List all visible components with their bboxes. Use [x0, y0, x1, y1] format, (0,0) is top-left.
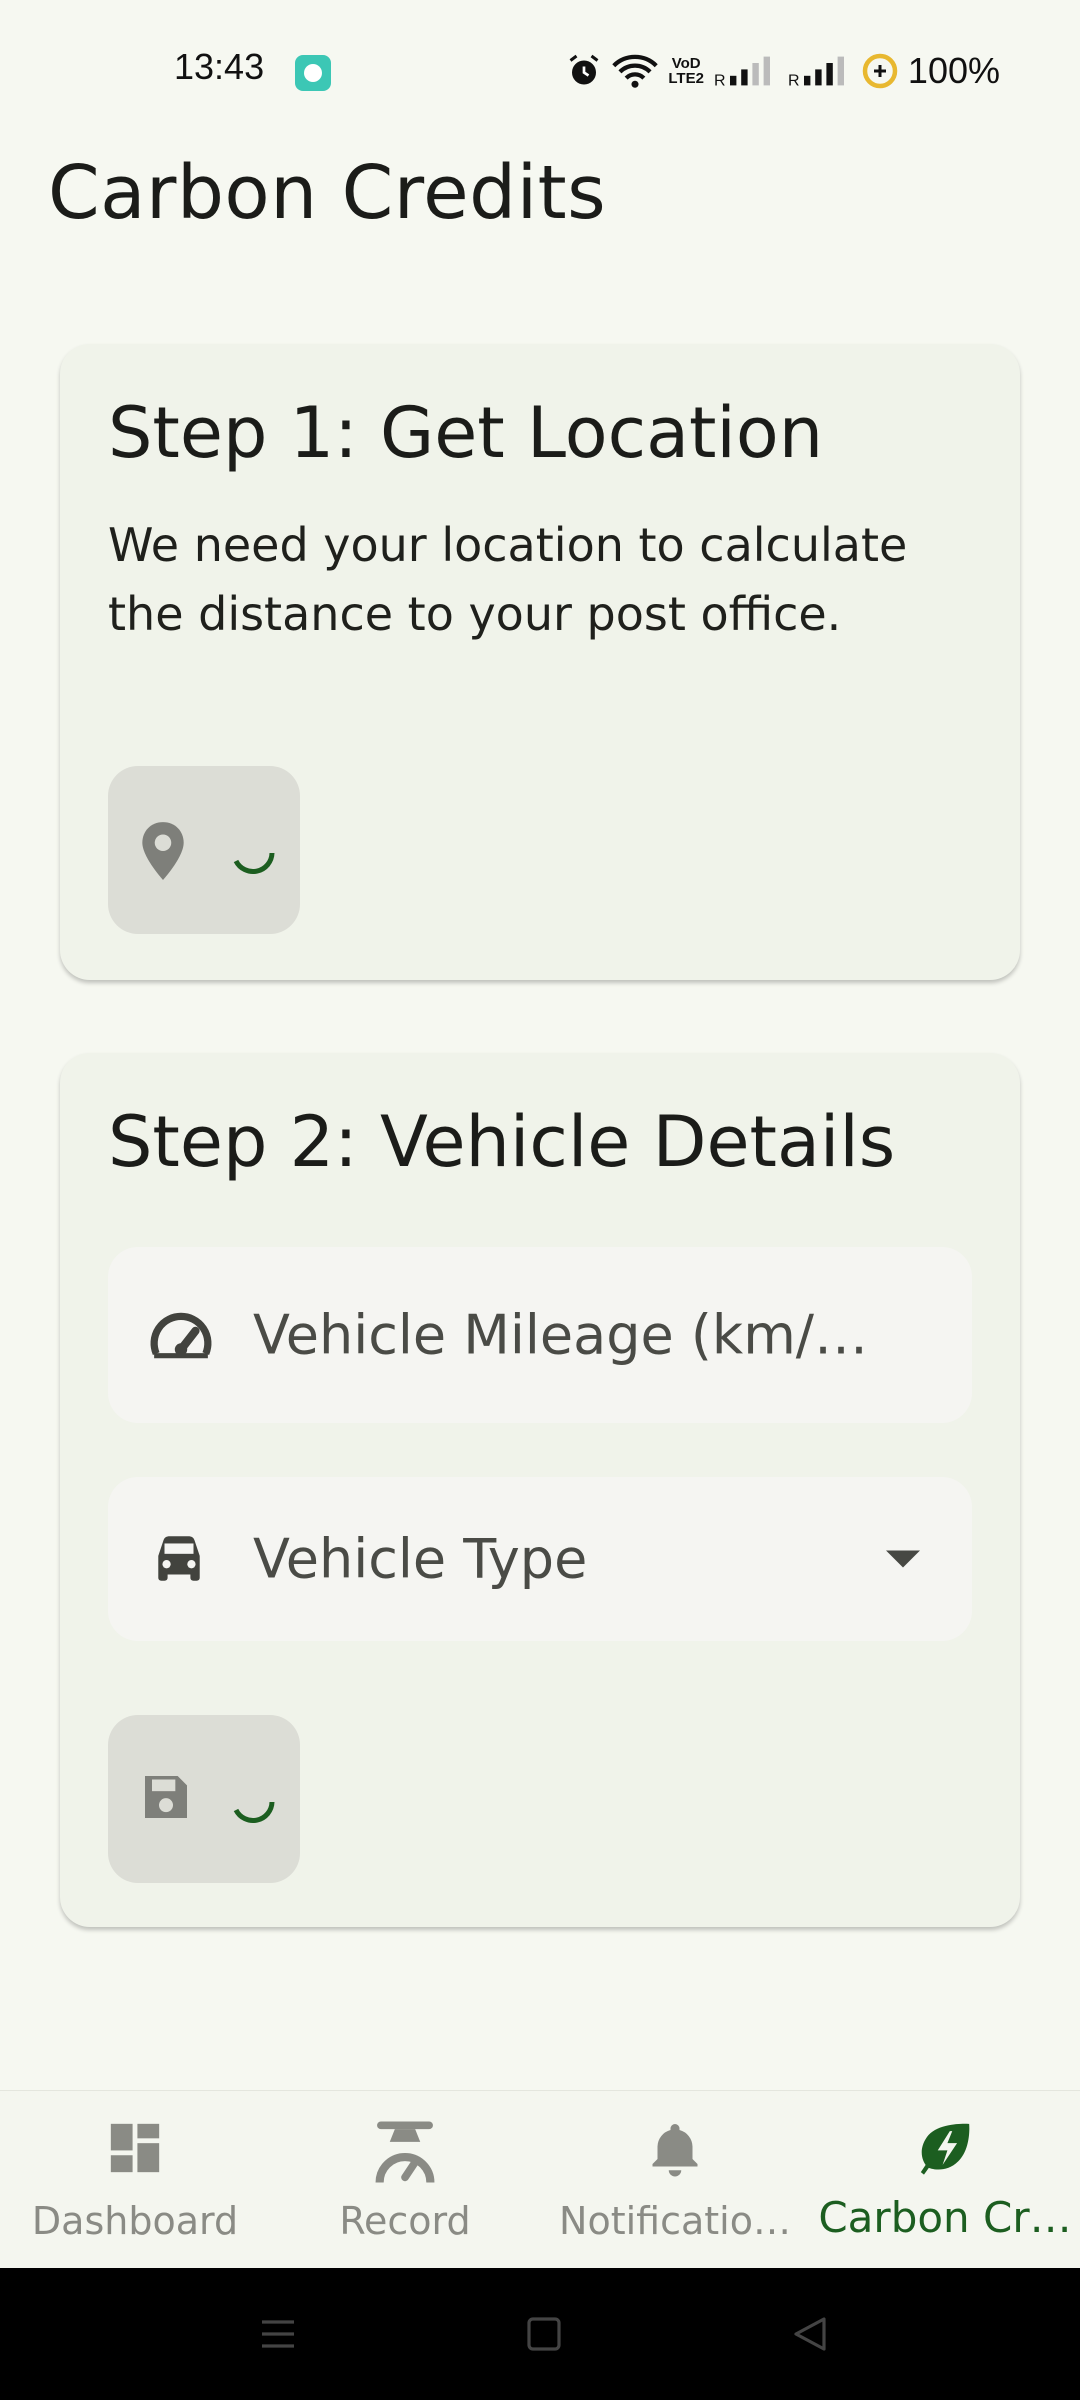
- bottom-navigation: Dashboard Record Notificatio… Carbon Cr…: [0, 2090, 1080, 2269]
- status-time: 13:43: [174, 46, 265, 87]
- signal-icon: R: [788, 56, 844, 88]
- back-icon[interactable]: [790, 2314, 830, 2354]
- nav-item-dashboard[interactable]: Dashboard: [0, 2091, 270, 2269]
- save-vehicle-button[interactable]: [108, 1715, 300, 1883]
- signal-icon: R: [714, 56, 770, 88]
- step1-title: Step 1: Get Location: [108, 392, 824, 474]
- dashboard-icon: [110, 2123, 160, 2173]
- wifi-icon: [612, 54, 659, 88]
- step1-card: Step 1: Get Location We need your locati…: [60, 344, 1020, 980]
- menu-icon[interactable]: [258, 2314, 298, 2354]
- notification-badge-icon: [295, 55, 331, 91]
- dropdown-arrow-icon: [886, 1550, 920, 1568]
- bell-icon: [652, 2124, 698, 2177]
- save-icon: [145, 1776, 187, 1818]
- nav-label-record: Record: [339, 2199, 471, 2243]
- loading-spinner: [233, 852, 275, 875]
- get-location-button[interactable]: [108, 766, 300, 934]
- system-navigation-bar: [0, 2268, 1080, 2400]
- speedometer-icon: [150, 1312, 212, 1359]
- nav-item-notifications[interactable]: Notificatio…: [540, 2091, 810, 2269]
- vehicle-mileage-field[interactable]: Vehicle Mileage (km/…: [108, 1247, 972, 1423]
- battery-percent: 100%: [907, 50, 1000, 91]
- nav-item-carbon-credits[interactable]: Carbon Cr…: [810, 2091, 1080, 2269]
- status-icons: VoD LTE2 R R 100%: [566, 46, 1000, 96]
- home-icon[interactable]: [524, 2314, 564, 2354]
- step2-card: Step 2: Vehicle Details Vehicle Mileage …: [60, 1053, 1020, 1927]
- nav-label-carbon-credits: Carbon Cr…: [818, 2193, 1072, 2242]
- nav-label-notifications: Notificatio…: [559, 2199, 791, 2243]
- status-bar: 13:43 VoD LTE2 R R 100%: [0, 0, 1080, 140]
- roaming-label: R: [714, 72, 726, 88]
- volte-icon: VoD LTE2: [668, 55, 704, 87]
- step2-title: Step 2: Vehicle Details: [108, 1101, 896, 1183]
- nav-item-record[interactable]: Record: [270, 2091, 540, 2269]
- roaming-label: R: [788, 72, 800, 88]
- alarm-icon: [569, 54, 599, 85]
- loading-spinner: [233, 1801, 275, 1824]
- vehicle-mileage-placeholder: Vehicle Mileage (km/…: [253, 1303, 868, 1367]
- battery-saver-icon: [862, 53, 898, 89]
- scale-icon: [375, 2121, 435, 2183]
- page-title: Carbon Credits: [48, 150, 607, 236]
- nav-label-dashboard: Dashboard: [31, 2199, 239, 2243]
- vehicle-type-label: Vehicle Type: [253, 1527, 588, 1591]
- vehicle-type-dropdown[interactable]: Vehicle Type: [108, 1477, 972, 1641]
- location-pin-icon: [142, 822, 184, 880]
- step1-description: We need your location to calculate the d…: [108, 518, 908, 641]
- eco-bolt-icon: [920, 2123, 970, 2175]
- car-icon: [158, 1536, 200, 1581]
